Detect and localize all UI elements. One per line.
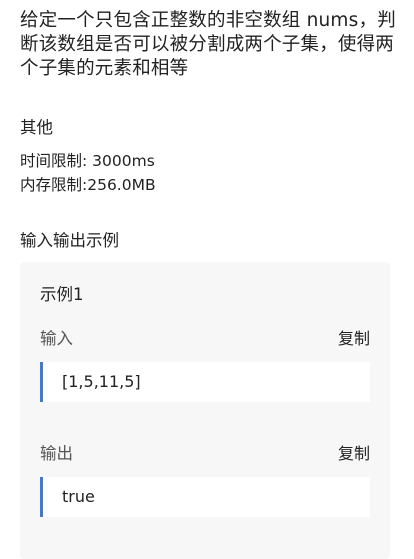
output-label: 输出 — [40, 444, 73, 463]
other-section-title: 其他 — [20, 118, 53, 137]
input-code-block: [1,5,11,5] — [40, 362, 370, 402]
example-card: 示例1 输入 复制 [1,5,11,5] 输出 复制 true — [20, 262, 390, 559]
input-value: [1,5,11,5] — [62, 372, 141, 391]
copy-input-button[interactable]: 复制 — [338, 328, 370, 350]
problem-description: 给定一个只包含正整数的非空数组 nums，判断该数组是否可以被分割成两个子集，使… — [20, 10, 396, 79]
memory-limit: 内存限制:256.0MB — [20, 176, 156, 194]
example-title: 示例1 — [40, 285, 84, 304]
copy-output-button[interactable]: 复制 — [338, 443, 370, 465]
examples-section-title: 输入输出示例 — [20, 231, 119, 250]
time-limit: 时间限制: 3000ms — [20, 152, 155, 170]
output-code-block: true — [40, 477, 370, 517]
input-label: 输入 — [40, 329, 73, 348]
output-value: true — [62, 487, 95, 506]
